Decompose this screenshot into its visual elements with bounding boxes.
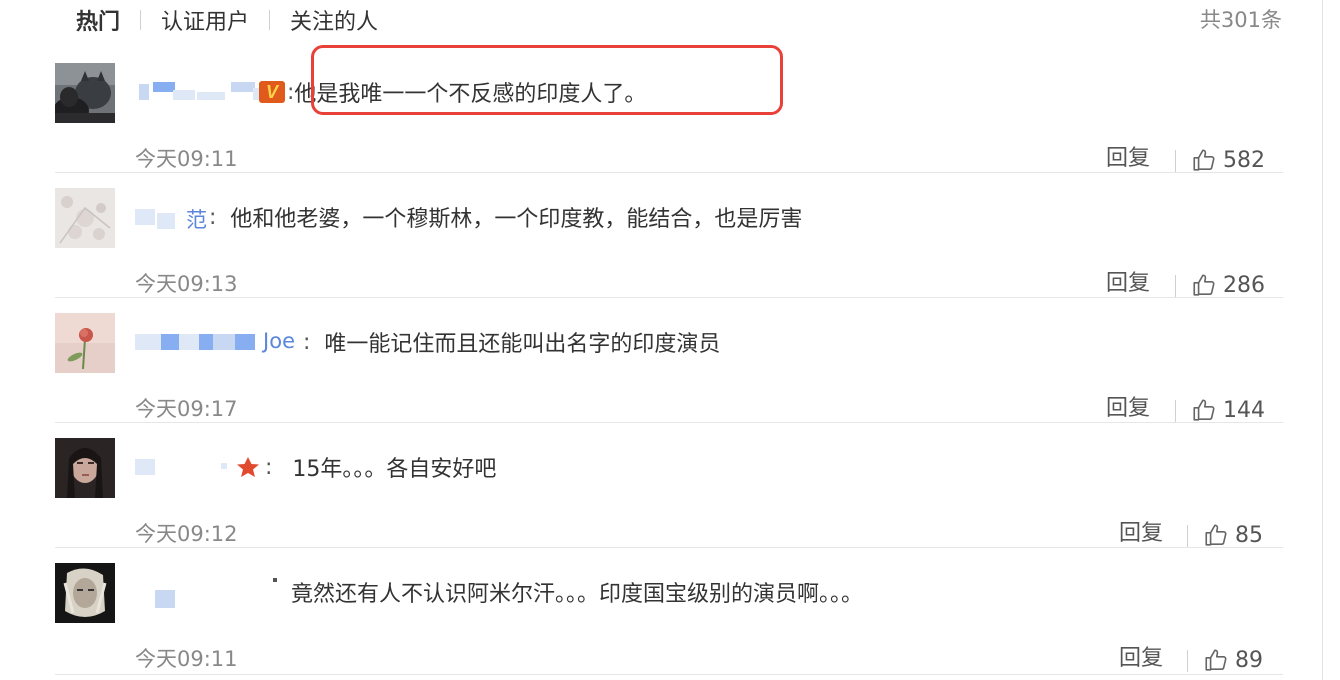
username-text: 范 [186, 208, 207, 232]
comment-item: 竟然还有人不认识阿米尔汗。。。印度国宝级别的演员啊。。。 今天09:11 回复 … [55, 548, 1283, 673]
tab-divider [269, 10, 271, 30]
reply-button[interactable]: 回复 [1119, 646, 1163, 672]
reply-button[interactable]: 回复 [1119, 521, 1163, 547]
like-count: 144 [1223, 397, 1265, 423]
colon: : [303, 329, 311, 355]
colon: : [265, 454, 273, 480]
comment-line: 范 : 他和他老婆，一个穆斯林，一个印度教，能结合，也是厉害 [135, 197, 802, 237]
username-link[interactable]: V [135, 78, 285, 106]
action-divider [1175, 275, 1176, 297]
thumbs-up-icon [1193, 149, 1215, 171]
total-comment-count: 共301条 [1199, 8, 1282, 32]
thumbs-up-icon [1193, 399, 1215, 421]
comment-panel: 热门 认证用户 关注的人 共301条 V: 他是我唯一一个不反感的印度人了。 … [0, 0, 1340, 680]
username-text: Joe [263, 329, 295, 353]
comment-time: 今天09:11 [135, 647, 238, 671]
comment-line: 竟然还有人不认识阿米尔汗。。。印度国宝级别的演员啊。。。 [135, 572, 863, 612]
comment-time: 今天09:13 [135, 272, 238, 296]
list-bottom-divider [55, 674, 1283, 675]
tab-hot[interactable]: 热门 [76, 4, 120, 36]
comment-line: V : 他是我唯一一个不反感的印度人了。 [135, 72, 646, 112]
comment-item: Joe : 唯一能记住而且还能叫出名字的印度演员 今天09:17 回复 144 [55, 298, 1283, 423]
comment-text: 他是我唯一一个不反感的印度人了。 [294, 82, 647, 107]
username-link[interactable]: Joe [135, 328, 295, 356]
colon: : [287, 79, 295, 105]
scrollbar-track[interactable] [1322, 0, 1323, 680]
avatar[interactable] [55, 438, 115, 498]
reply-button[interactable]: 回复 [1106, 271, 1150, 297]
like-count: 89 [1235, 647, 1263, 673]
tab-divider [140, 10, 142, 30]
comment-text: 唯一能记住而且还能叫出名字的印度演员 [324, 332, 721, 357]
avatar[interactable] [55, 563, 115, 623]
like-count: 582 [1223, 147, 1265, 173]
comment-item: : 15年。。。各自安好吧 今天09:12 回复 85 [55, 423, 1283, 548]
like-button[interactable]: 89 [1203, 644, 1263, 676]
action-divider [1175, 150, 1176, 172]
comment-text: 竟然还有人不认识阿米尔汗。。。印度国宝级别的演员啊。。。 [291, 582, 864, 607]
action-divider [1175, 400, 1176, 422]
comment-text: 15年。。。各自安好吧 [292, 457, 497, 482]
like-count: 286 [1223, 272, 1265, 298]
avatar[interactable] [55, 63, 115, 123]
tab-following[interactable]: 关注的人 [290, 4, 378, 36]
username-link[interactable] [135, 572, 277, 612]
reply-button[interactable]: 回复 [1106, 396, 1150, 422]
username-link[interactable] [135, 453, 263, 481]
comment-time: 今天09:12 [135, 522, 238, 546]
tab-verified-users[interactable]: 认证用户 [161, 4, 249, 36]
username-link[interactable]: 范 [135, 203, 207, 232]
like-count: 85 [1235, 522, 1263, 548]
action-divider [1187, 525, 1188, 547]
comment-item: 范 : 他和他老婆，一个穆斯林，一个印度教，能结合，也是厉害 今天09:13 回… [55, 173, 1283, 298]
comment-time: 今天09:11 [135, 147, 238, 171]
thumbs-up-icon [1193, 274, 1215, 296]
thumbs-up-icon [1205, 649, 1227, 671]
colon: : [209, 204, 217, 230]
action-divider [1187, 650, 1188, 672]
avatar[interactable] [55, 188, 115, 248]
comment-line: : 15年。。。各自安好吧 [135, 447, 496, 487]
avatar[interactable] [55, 313, 115, 373]
comment-time: 今天09:17 [135, 397, 238, 421]
comment-text: 他和他老婆，一个穆斯林，一个印度教，能结合，也是厉害 [230, 207, 803, 232]
verified-badge-icon: V [259, 81, 285, 103]
thumbs-up-icon [1205, 524, 1227, 546]
comment-item: V : 他是我唯一一个不反感的印度人了。 今天09:11 回复 582 [55, 48, 1283, 173]
comment-line: Joe : 唯一能记住而且还能叫出名字的印度演员 [135, 322, 720, 362]
star-badge-icon [237, 457, 259, 477]
reply-button[interactable]: 回复 [1106, 146, 1150, 172]
comment-filter-tabs: 热门 认证用户 关注的人 [76, 2, 378, 38]
